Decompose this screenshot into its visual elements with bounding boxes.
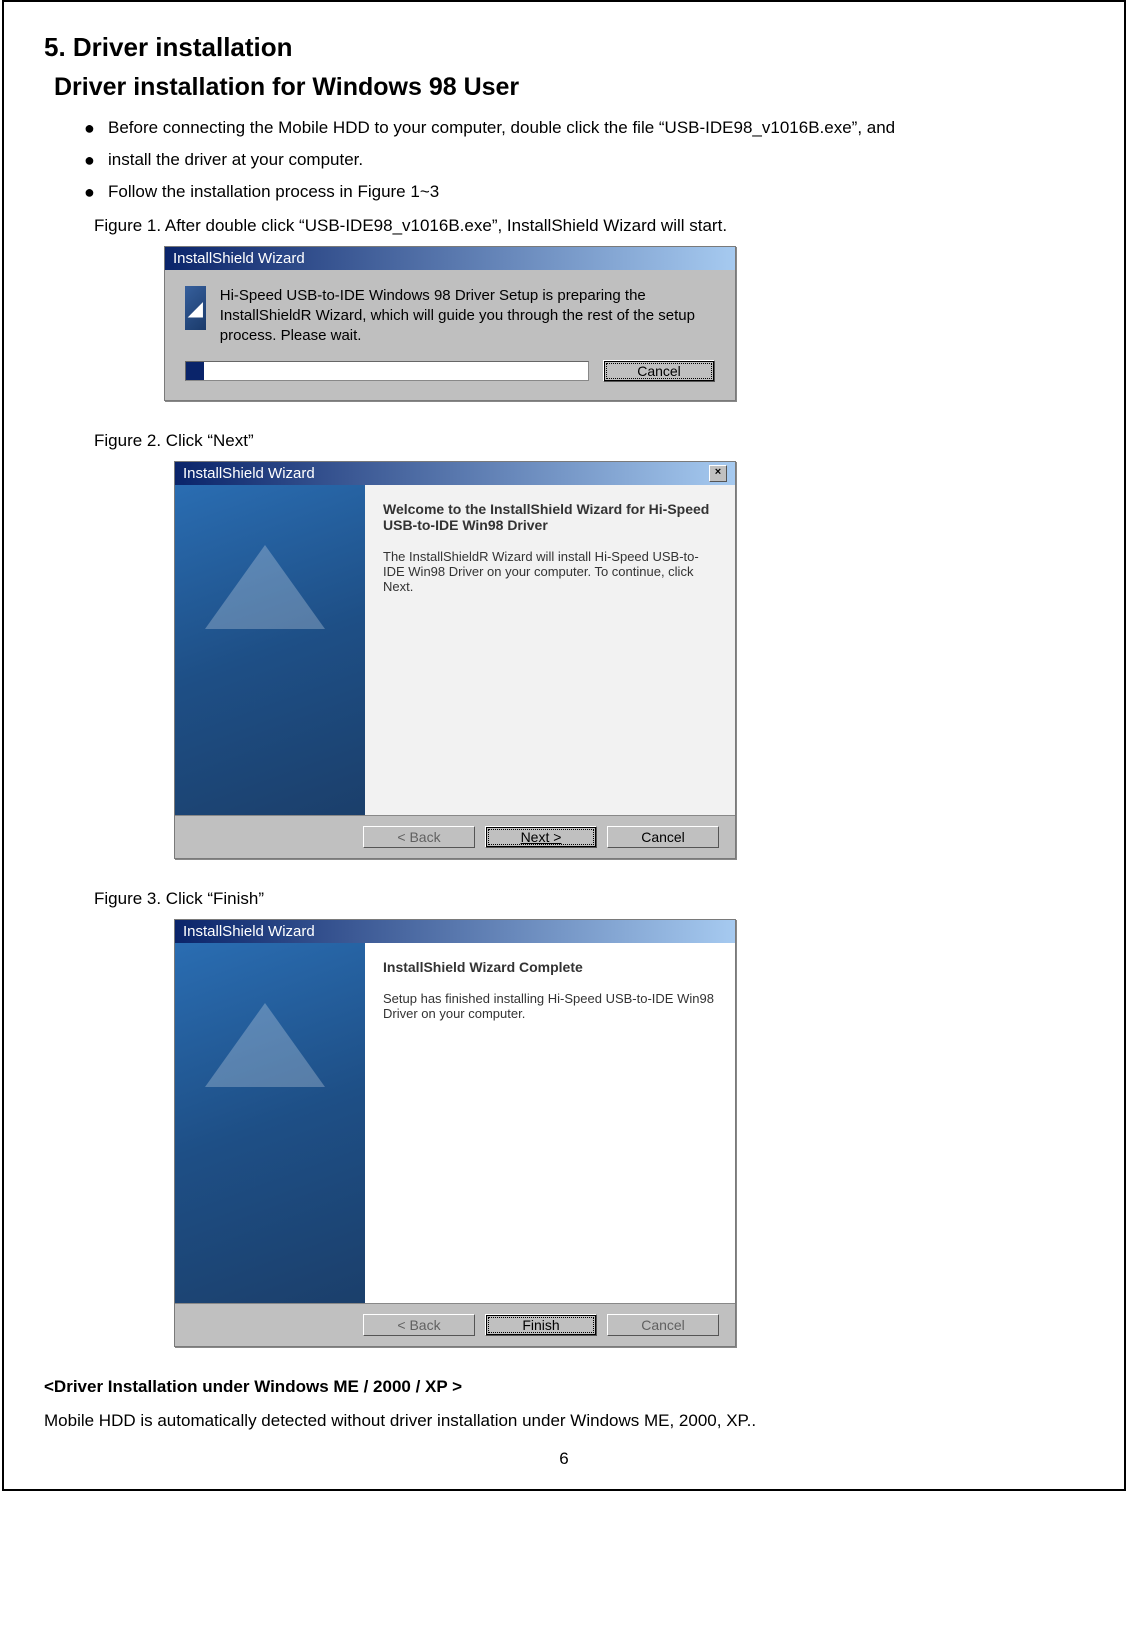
wizard-body: Setup has finished installing Hi-Speed U… <box>383 991 717 1021</box>
cancel-button[interactable]: Cancel <box>603 360 715 382</box>
figure1-caption: Figure 1. After double click “USB-IDE98_… <box>94 216 1084 236</box>
wizard-heading: InstallShield Wizard Complete <box>383 959 717 975</box>
installshield-window-3: InstallShield Wizard InstallShield Wizar… <box>174 919 736 1347</box>
installshield-window-1: InstallShield Wizard ◢ Hi-Speed USB-to-I… <box>164 246 736 401</box>
wizard-heading: Welcome to the InstallShield Wizard for … <box>383 501 717 533</box>
back-button[interactable]: < Back <box>363 1314 475 1336</box>
bullet-text: Follow the installation process in Figur… <box>108 182 439 202</box>
sub-heading: <Driver Installation under Windows ME / … <box>44 1377 1084 1397</box>
window-body-text: Hi-Speed USB-to-IDE Windows 98 Driver Se… <box>220 286 715 346</box>
back-button[interactable]: < Back <box>363 826 475 848</box>
next-button[interactable]: Next > <box>485 826 597 848</box>
wizard-side-graphic <box>175 485 365 815</box>
subtitle: Driver installation for Windows 98 User <box>54 73 1084 102</box>
close-icon[interactable]: × <box>709 465 727 482</box>
finish-button[interactable]: Finish <box>485 1314 597 1336</box>
sub-body: Mobile HDD is automatically detected wit… <box>44 1411 1084 1431</box>
installshield-window-2: InstallShield Wizard × Welcome to the In… <box>174 461 736 859</box>
installer-icon: ◢ <box>185 286 206 330</box>
page-number: 6 <box>44 1449 1084 1469</box>
window-title: InstallShield Wizard <box>183 465 315 482</box>
bullet-text: Before connecting the Mobile HDD to your… <box>108 118 895 138</box>
wizard-side-graphic <box>175 943 365 1303</box>
wizard-body: The InstallShieldR Wizard will install H… <box>383 549 717 594</box>
cancel-button[interactable]: Cancel <box>607 826 719 848</box>
window-title: InstallShield Wizard <box>173 250 305 267</box>
bullet-icon: ● <box>84 150 108 170</box>
window-title: InstallShield Wizard <box>183 923 315 940</box>
section-title: 5. Driver installation <box>44 32 1084 63</box>
cancel-button[interactable]: Cancel <box>607 1314 719 1336</box>
bullet-icon: ● <box>84 118 108 138</box>
bullet-icon: ● <box>84 182 108 202</box>
figure3-caption: Figure 3. Click “Finish” <box>94 889 1084 909</box>
progress-bar <box>185 361 589 381</box>
bullet-list: ●Before connecting the Mobile HDD to you… <box>84 118 1084 202</box>
figure2-caption: Figure 2. Click “Next” <box>94 431 1084 451</box>
bullet-text: install the driver at your computer. <box>108 150 363 170</box>
